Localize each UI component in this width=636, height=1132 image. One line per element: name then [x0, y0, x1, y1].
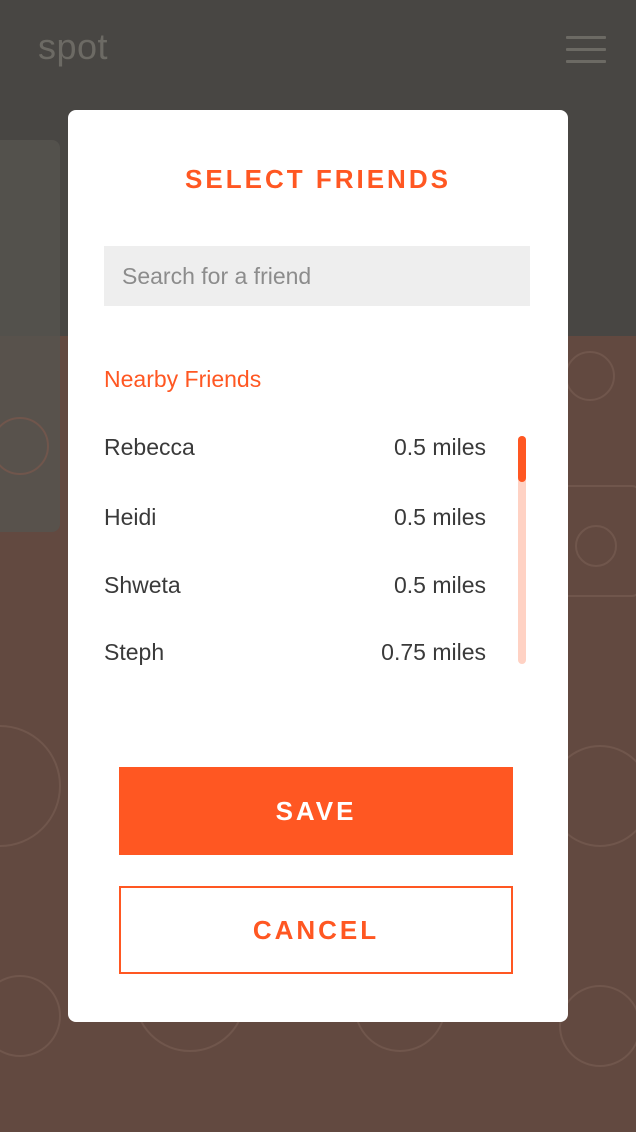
friend-list-item[interactable]: Steph 0.75 miles — [104, 639, 486, 679]
friend-distance: 0.5 miles — [393, 434, 486, 460]
friend-list-item[interactable]: Rebecca 0.5 miles — [104, 434, 486, 474]
friend-search-input[interactable] — [104, 246, 530, 306]
friend-distance: 0.75 miles — [381, 639, 486, 665]
dialog-title: SELECT FRIENDS — [185, 164, 451, 194]
friend-name: Rebecca — [104, 434, 195, 460]
friend-list-scroll-thumb[interactable] — [518, 436, 526, 482]
friend-list-item[interactable]: Heidi 0.5 miles — [104, 504, 486, 544]
friend-name: Steph — [104, 639, 165, 665]
cancel-button[interactable]: CANCEL — [119, 886, 513, 974]
friend-name: Shweta — [104, 572, 181, 598]
save-button[interactable]: SAVE — [119, 767, 513, 855]
nearby-friends-label: Nearby Friends — [104, 366, 262, 392]
screen: spot SELECT FRIENDS Nearby Friends Rebec… — [0, 0, 636, 1132]
friend-name: Heidi — [104, 504, 157, 530]
friend-distance: 0.5 miles — [393, 504, 486, 530]
friend-distance: 0.5 miles — [393, 572, 486, 598]
friend-list-item[interactable]: Shweta 0.5 miles — [104, 572, 486, 612]
